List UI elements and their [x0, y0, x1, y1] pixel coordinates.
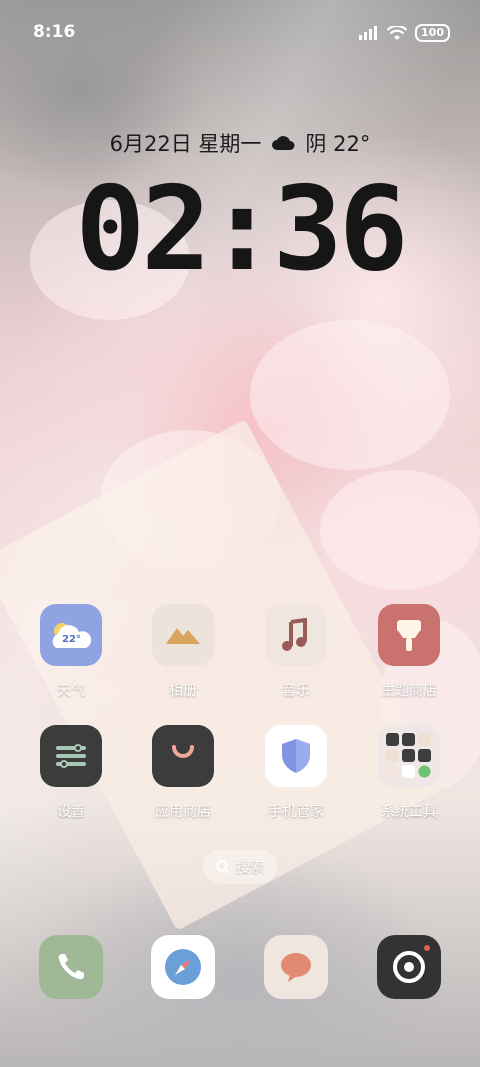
- clock-widget[interactable]: 02:36: [0, 170, 480, 290]
- cloud-icon: [272, 136, 295, 150]
- dock-browser[interactable]: [138, 935, 228, 999]
- weather-text: 阴 22°: [305, 132, 371, 156]
- weather-icon: 22°: [40, 604, 102, 666]
- app-label: 手机管家: [268, 804, 324, 820]
- app-music[interactable]: 音乐: [251, 604, 341, 700]
- search-button[interactable]: 搜索: [203, 850, 277, 884]
- gallery-icon: [152, 604, 214, 666]
- app-system-tools-folder[interactable]: 系统工具: [364, 725, 454, 821]
- app-label: 系统工具: [381, 804, 437, 820]
- signal-icon: [359, 26, 378, 40]
- battery-indicator: 100: [415, 24, 450, 42]
- status-time: 8:16: [33, 22, 76, 42]
- dock-phone[interactable]: [26, 935, 116, 999]
- app-store-icon: [152, 725, 214, 787]
- phone-manager-icon: [265, 725, 327, 787]
- messages-icon: [264, 935, 328, 999]
- app-label: 应用商店: [155, 804, 211, 820]
- status-bar: 8:16 100: [0, 0, 480, 66]
- weather-badge: 22°: [62, 634, 81, 645]
- app-store[interactable]: 应用商店: [138, 725, 228, 821]
- app-label: 设置: [57, 804, 85, 820]
- app-phone-manager[interactable]: 手机管家: [251, 725, 341, 821]
- app-settings[interactable]: 设置: [26, 725, 116, 821]
- search-label: 搜索: [236, 860, 264, 876]
- wallpaper: [0, 0, 480, 1067]
- lock-date-weather: 6月22日 星期一 阴 22°: [0, 128, 480, 158]
- camera-icon: [377, 935, 441, 999]
- search-icon: [216, 860, 230, 874]
- app-label: 音乐: [282, 683, 310, 699]
- app-label: 天气: [57, 683, 85, 699]
- browser-icon: [151, 935, 215, 999]
- app-theme-store[interactable]: 主题商店: [364, 604, 454, 700]
- settings-icon: [40, 725, 102, 787]
- dock-camera[interactable]: [364, 935, 454, 999]
- system-tools-folder-icon: [378, 725, 440, 787]
- app-weather[interactable]: 22° 天气: [26, 604, 116, 700]
- phone-icon: [39, 935, 103, 999]
- dock-messages[interactable]: [251, 935, 341, 999]
- app-label: 相册: [169, 683, 197, 699]
- date-text: 6月22日 星期一: [109, 132, 262, 156]
- app-gallery[interactable]: 相册: [138, 604, 228, 700]
- theme-store-icon: [378, 604, 440, 666]
- music-icon: [265, 604, 327, 666]
- app-label: 主题商店: [381, 683, 437, 699]
- status-icons: 100: [359, 24, 450, 42]
- wifi-icon: [387, 25, 408, 40]
